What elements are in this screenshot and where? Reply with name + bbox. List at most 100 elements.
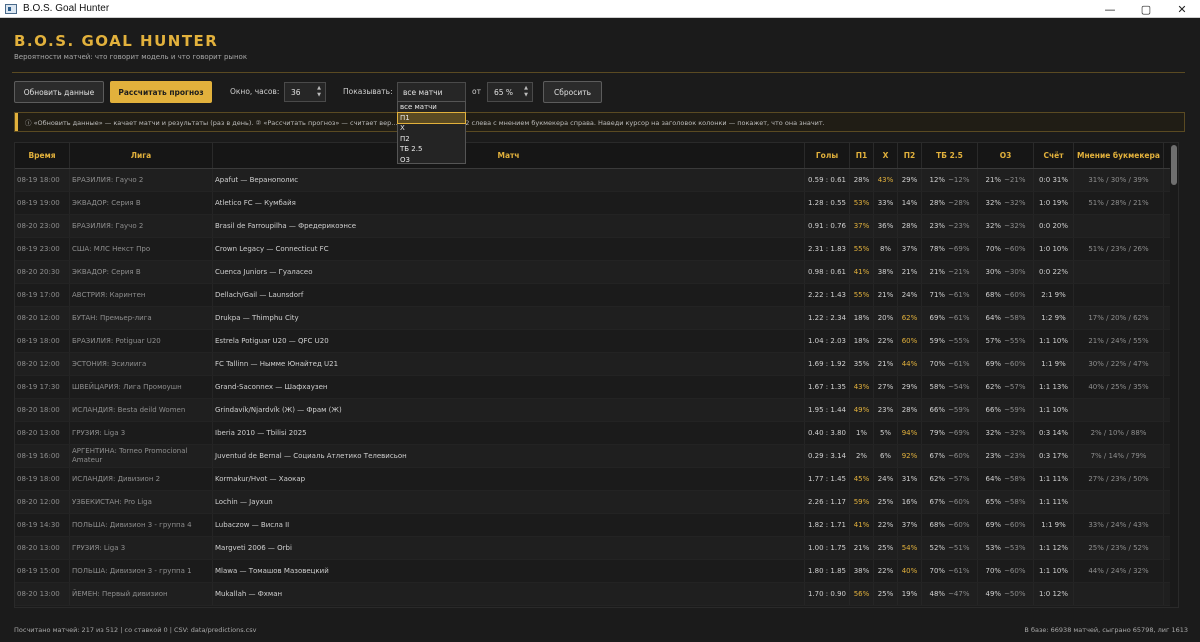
o3-market: ~32% [1004,199,1026,207]
cell-p1: 41% [850,261,874,283]
cell-p1: 43% [850,376,874,398]
table-row[interactable]: 08-20 12:00 УЗБЕКИСТАН: Pro Liga Lochin — … [15,491,1178,514]
table-scrollbar[interactable] [1170,143,1178,607]
cell-time: 08-19 18:00 [15,468,70,490]
column-header-bookmaker[interactable]: Мнение букмекера [1074,143,1164,168]
cell-match: FC Tallinn — Нымме Юнайтед U21 [213,353,805,375]
cell-time: 08-20 12:00 [15,353,70,375]
cell-goals: 0.29 : 3.14 [805,445,850,467]
table-row[interactable]: 08-19 14:30 ПОЛЬША: Дивизион 3 - группа 4… [15,514,1178,537]
column-header-score[interactable]: Счёт [1034,143,1074,168]
table-row[interactable]: 08-19 18:00 ИСЛАНДИЯ: Дивизион 2 Kormakur/… [15,468,1178,491]
column-header-time[interactable]: Время [15,143,70,168]
cell-tb25: 67% ~60% [922,445,978,467]
table-row[interactable]: 08-20 13:00 ЙЕМЕН: Первый дивизион Mukalla… [15,583,1178,606]
cell-o3: 57% ~55% [978,330,1034,352]
cell-score: 0:0 31% [1034,169,1074,191]
brand-subtitle: Вероятности матчей: что говорит модель и… [14,53,248,61]
cell-tb25: 70% ~61% [922,353,978,375]
cell-p1: 35% [850,353,874,375]
show-filter-dropdown[interactable]: все матчи П1 X П2 ТБ 2.5 О3 [397,101,466,164]
cell-time: 08-20 12:00 [15,307,70,329]
cell-p2: 28% [898,215,922,237]
table-row[interactable]: 08-19 18:00 БРАЗИЛИЯ: Гаучо 2 Apafut — Вер… [15,169,1178,192]
dropdown-option-tb25[interactable]: ТБ 2.5 [398,144,465,155]
table-row[interactable]: 08-19 17:30 ШВЕЙЦАРИЯ: Лига Промоушн Grand… [15,376,1178,399]
table-row[interactable]: 08-19 17:00 АВСТРИЯ: Каринтен Dellach/Gail… [15,284,1178,307]
column-header-o3[interactable]: О3 [978,143,1034,168]
cell-score: 0:0 20% [1034,215,1074,237]
dropdown-option-all[interactable]: все матчи [398,102,465,113]
cell-p1: 56% [850,583,874,605]
cell-time: 08-20 12:00 [15,491,70,513]
table-row[interactable]: 08-19 18:00 БРАЗИЛИЯ: Potiguar U20 Estrela… [15,330,1178,353]
dropdown-option-p1[interactable]: П1 [397,111,466,124]
o3-market: ~60% [1004,521,1026,529]
table-row[interactable]: 08-19 15:00 ПОЛЬША: Дивизион 3 - группа 1… [15,560,1178,583]
threshold-spinbox[interactable]: 65 % ▲ ▼ [487,82,533,102]
cell-tb25: 68% ~60% [922,514,978,536]
refresh-data-button[interactable]: Обновить данные [14,81,104,103]
cell-p2: 16% [898,491,922,513]
cell-o3: 32% ~32% [978,192,1034,214]
window-hours-spinbox[interactable]: 36 ▲ ▼ [284,82,326,102]
table-row[interactable]: 08-19 16:00 АРГЕНТИНА: Torneo Promocional… [15,445,1178,468]
cell-time: 08-20 13:00 [15,422,70,444]
spin-arrows-icon[interactable]: ▲ ▼ [522,85,530,99]
tb25-model: 66% [929,406,946,414]
scrollbar-thumb[interactable] [1171,145,1177,185]
cell-bookmaker: 27% / 23% / 50% [1074,468,1164,490]
table-row[interactable]: 08-20 12:00 БУТАН: Премьер-лига Drukpa — T… [15,307,1178,330]
tb25-model: 70% [929,567,946,575]
table-row[interactable]: 08-20 12:00 ЭСТОНИЯ: Эсилиига FC Tallinn —… [15,353,1178,376]
cell-match: Crown Legacy — Connecticut FC [213,238,805,260]
dropdown-option-x[interactable]: X [398,123,465,134]
cell-match: Juventud de Bernal — Социаль Атлетико Те… [213,445,805,467]
table-row[interactable]: 08-20 13:00 ГРУЗИЯ: Liga 3 Margveti 2006 —… [15,537,1178,560]
cell-match: Kormakur/Hvot — Хаокар [213,468,805,490]
cell-goals: 2.31 : 1.83 [805,238,850,260]
maximize-icon[interactable]: ▢ [1128,0,1164,18]
column-header-goals[interactable]: Голы [805,143,850,168]
close-icon[interactable]: ✕ [1164,0,1200,18]
window-controls: — ▢ ✕ [1092,0,1200,18]
reset-button[interactable]: Сбросить [543,81,602,103]
dropdown-option-o3[interactable]: О3 [398,155,465,166]
cell-x: 6% [874,445,898,467]
cell-p2: 44% [898,353,922,375]
cell-match: Cuenca Juniors — Гуаласео [213,261,805,283]
cell-tb25: 52% ~51% [922,537,978,559]
table-row[interactable]: 08-20 23:00 БРАЗИЛИЯ: Гаучо 2 Brasil de Fa… [15,215,1178,238]
column-header-league[interactable]: Лига [70,143,213,168]
tb25-market: ~61% [948,314,970,322]
tb25-model: 21% [929,268,946,276]
cell-x: 38% [874,261,898,283]
column-header-p2[interactable]: П2 [898,143,922,168]
table-row[interactable]: 08-20 20:30 ЭКВАДОР: Серия B Cuenca Junior… [15,261,1178,284]
show-filter-select[interactable]: все матчи [397,82,466,102]
table-row[interactable]: 08-20 18:00 ИСЛАНДИЯ: Besta deild Women Gr… [15,399,1178,422]
column-header-tb25[interactable]: ТБ 2.5 [922,143,978,168]
cell-x: 23% [874,399,898,421]
cell-bookmaker: 2% / 10% / 88% [1074,422,1164,444]
minimize-icon[interactable]: — [1092,0,1128,18]
column-header-match[interactable]: Матч [213,143,805,168]
tb25-model: 59% [929,337,946,345]
window-titlebar: B.O.S. Goal Hunter — ▢ ✕ [0,0,1200,18]
spin-arrows-icon[interactable]: ▲ ▼ [315,85,323,99]
table-row[interactable]: 08-19 19:00 ЭКВАДОР: Серия B Atletico FC —… [15,192,1178,215]
tb25-model: 68% [929,521,946,529]
cell-time: 08-20 20:30 [15,261,70,283]
tb25-market: ~47% [948,590,970,598]
table-row[interactable]: 08-19 23:00 США: МЛС Некст Про Crown Legac… [15,238,1178,261]
table-row[interactable]: 08-20 13:00 ГРУЗИЯ: Liga 3 Iberia 2010 — T… [15,422,1178,445]
cell-bookmaker [1074,261,1164,283]
dropdown-option-p2[interactable]: П2 [398,134,465,145]
cell-o3: 65% ~58% [978,491,1034,513]
compute-forecast-button[interactable]: Рассчитать прогноз [110,81,212,103]
column-header-p1[interactable]: П1 [850,143,874,168]
cell-bookmaker [1074,284,1164,306]
column-header-x[interactable]: X [874,143,898,168]
cell-goals: 1.04 : 2.03 [805,330,850,352]
cell-p1: 53% [850,192,874,214]
